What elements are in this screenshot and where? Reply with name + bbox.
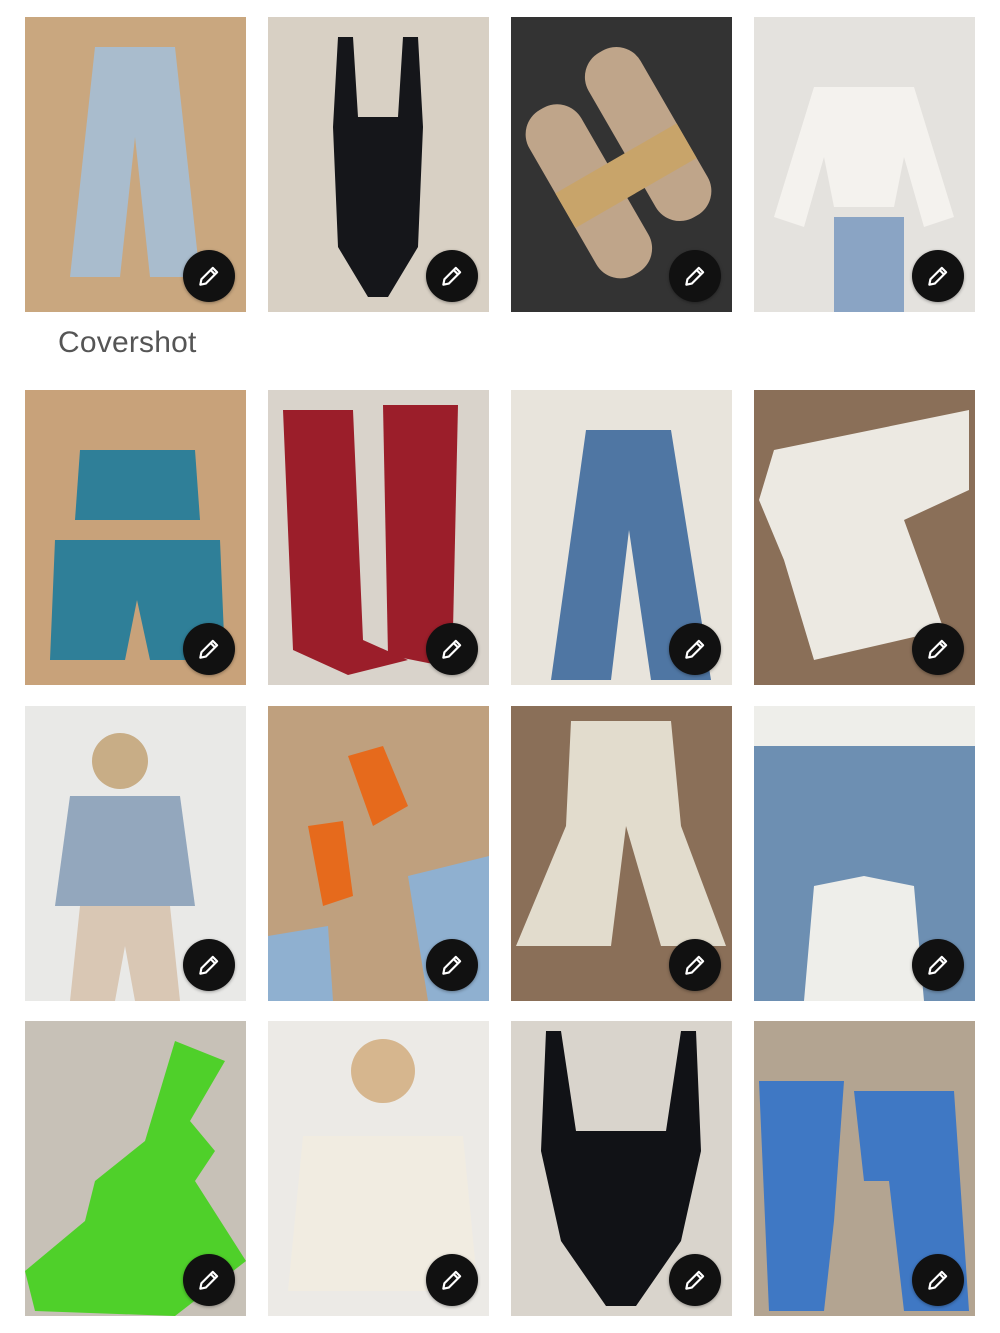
- pencil-icon: [685, 955, 705, 975]
- product-tile-crochet-flare-pants[interactable]: [511, 706, 732, 1001]
- product-tile-orange-jelly-sandals[interactable]: [268, 706, 489, 1001]
- product-tile-white-lace-off-shoulder-top[interactable]: [268, 1021, 489, 1316]
- pencil-icon: [199, 266, 219, 286]
- product-tile-fringe-denim-jacket[interactable]: [754, 706, 975, 1001]
- product-tile-green-crochet-halter-dress[interactable]: [25, 1021, 246, 1316]
- pencil-icon: [928, 1270, 948, 1290]
- pencil-icon: [928, 639, 948, 659]
- product-tile-black-bodysuit[interactable]: [268, 17, 489, 312]
- edit-button[interactable]: [912, 250, 964, 302]
- pencil-icon: [685, 1270, 705, 1290]
- product-tile-denim-jacket-zebra-pants[interactable]: [25, 706, 246, 1001]
- pencil-icon: [928, 266, 948, 286]
- edit-button[interactable]: [912, 623, 964, 675]
- section-label-covershot: Covershot: [58, 326, 197, 359]
- product-tile-white-eyelet-tie-top[interactable]: [754, 17, 975, 312]
- pencil-icon: [442, 1270, 462, 1290]
- edit-button[interactable]: [183, 1254, 235, 1306]
- product-tile-patchwork-denim-jeans[interactable]: [754, 1021, 975, 1316]
- product-tile-black-corset-bodysuit[interactable]: [511, 1021, 732, 1316]
- edit-button[interactable]: [426, 939, 478, 991]
- edit-button[interactable]: [426, 1254, 478, 1306]
- pencil-icon: [685, 639, 705, 659]
- edit-button[interactable]: [912, 1254, 964, 1306]
- pencil-icon: [442, 266, 462, 286]
- edit-button[interactable]: [669, 1254, 721, 1306]
- edit-button[interactable]: [426, 623, 478, 675]
- pencil-icon: [685, 266, 705, 286]
- pencil-icon: [199, 1270, 219, 1290]
- edit-button[interactable]: [912, 939, 964, 991]
- product-tile-wide-leg-jeans[interactable]: [25, 17, 246, 312]
- pencil-icon: [199, 639, 219, 659]
- edit-button[interactable]: [669, 250, 721, 302]
- product-tile-lace-bell-sleeve-dress[interactable]: [754, 390, 975, 685]
- edit-button[interactable]: [426, 250, 478, 302]
- edit-button[interactable]: [669, 623, 721, 675]
- edit-button[interactable]: [669, 939, 721, 991]
- pencil-icon: [442, 639, 462, 659]
- edit-button[interactable]: [183, 250, 235, 302]
- product-tile-raffia-slide-sandals[interactable]: [511, 17, 732, 312]
- pencil-icon: [199, 955, 219, 975]
- edit-button[interactable]: [183, 939, 235, 991]
- product-tile-red-studded-cowboy-boots[interactable]: [268, 390, 489, 685]
- pencil-icon: [928, 955, 948, 975]
- product-tile-patchwork-flare-jeans[interactable]: [511, 390, 732, 685]
- edit-button[interactable]: [183, 623, 235, 675]
- product-tile-crochet-top-shorts-set[interactable]: [25, 390, 246, 685]
- pencil-icon: [442, 955, 462, 975]
